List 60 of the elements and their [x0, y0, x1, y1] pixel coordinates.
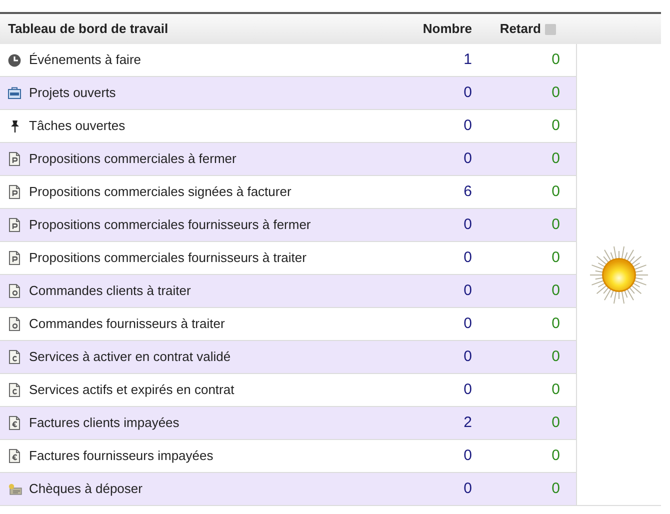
late-value[interactable]: 0: [476, 312, 576, 336]
count-value[interactable]: 1: [396, 48, 476, 72]
document-icon: [9, 317, 20, 331]
row-label[interactable]: Propositions commerciales fournisseurs à fermer: [29, 215, 311, 235]
count-value[interactable]: 0: [396, 378, 476, 402]
count-value[interactable]: 0: [396, 346, 476, 368]
row-label[interactable]: Commandes fournisseurs à traiter: [29, 314, 225, 334]
cheque-icon: [8, 483, 22, 495]
row-label[interactable]: Commandes clients à traiter: [29, 281, 191, 301]
count-value[interactable]: 0: [396, 312, 476, 336]
sun-icon: [589, 244, 649, 304]
row-label[interactable]: Services actifs et expirés en contrat: [29, 380, 234, 400]
late-value[interactable]: 0: [476, 214, 576, 236]
count-value[interactable]: 2: [396, 412, 476, 434]
document-icon: [9, 152, 20, 166]
late-value[interactable]: 0: [476, 444, 576, 468]
row-label[interactable]: Factures fournisseurs impayées: [29, 446, 214, 466]
row-label[interactable]: Services à activer en contrat validé: [29, 347, 231, 367]
late-value[interactable]: 0: [476, 180, 576, 204]
late-value[interactable]: 0: [476, 412, 576, 434]
pin-icon: [10, 120, 20, 132]
row-label[interactable]: Factures clients impayées: [29, 413, 180, 433]
document-icon: [9, 218, 20, 232]
late-value[interactable]: 0: [476, 378, 576, 402]
count-value[interactable]: 0: [396, 148, 476, 170]
late-value[interactable]: 0: [476, 346, 576, 368]
late-value[interactable]: 0: [476, 148, 576, 170]
count-value[interactable]: 0: [396, 214, 476, 236]
column-header: Retard: [500, 20, 541, 38]
document-icon: [9, 284, 20, 298]
document-icon: [9, 251, 20, 265]
document-icon: [9, 185, 20, 199]
count-value[interactable]: 0: [396, 246, 476, 270]
row-label[interactable]: Projets ouverts: [29, 83, 116, 103]
document-icon: [9, 383, 20, 397]
count-value[interactable]: 0: [396, 444, 476, 468]
briefcase-icon: [8, 87, 21, 99]
late-value[interactable]: 0: [476, 478, 576, 500]
row-label[interactable]: Propositions commerciales à fermer: [29, 149, 236, 169]
late-value[interactable]: 0: [476, 114, 576, 138]
count-value[interactable]: 0: [396, 82, 476, 104]
count-value[interactable]: 0: [396, 478, 476, 500]
count-value[interactable]: 0: [396, 114, 476, 138]
count-value[interactable]: 0: [396, 280, 476, 302]
row-label[interactable]: Tâches ouvertes: [29, 116, 126, 136]
table-title: Tableau de bord de travail: [7, 20, 170, 38]
late-value[interactable]: 0: [476, 246, 576, 270]
column-header: Nombre: [422, 20, 473, 38]
row-label[interactable]: Chèques à déposer: [29, 479, 142, 499]
document-icon: [9, 350, 20, 364]
count-value[interactable]: 6: [396, 180, 476, 204]
invoice-icon: [9, 449, 20, 463]
invoice-icon: [9, 416, 20, 430]
row-label[interactable]: Événements à faire: [29, 50, 142, 70]
late-value[interactable]: 0: [476, 82, 576, 104]
clock-icon: [8, 54, 21, 66]
late-value[interactable]: 0: [476, 280, 576, 302]
row-label[interactable]: Propositions commerciales fournisseurs à traiter: [29, 248, 306, 268]
late-value[interactable]: 0: [476, 48, 576, 72]
row-label[interactable]: Propositions commerciales signées à facturer: [29, 182, 292, 202]
